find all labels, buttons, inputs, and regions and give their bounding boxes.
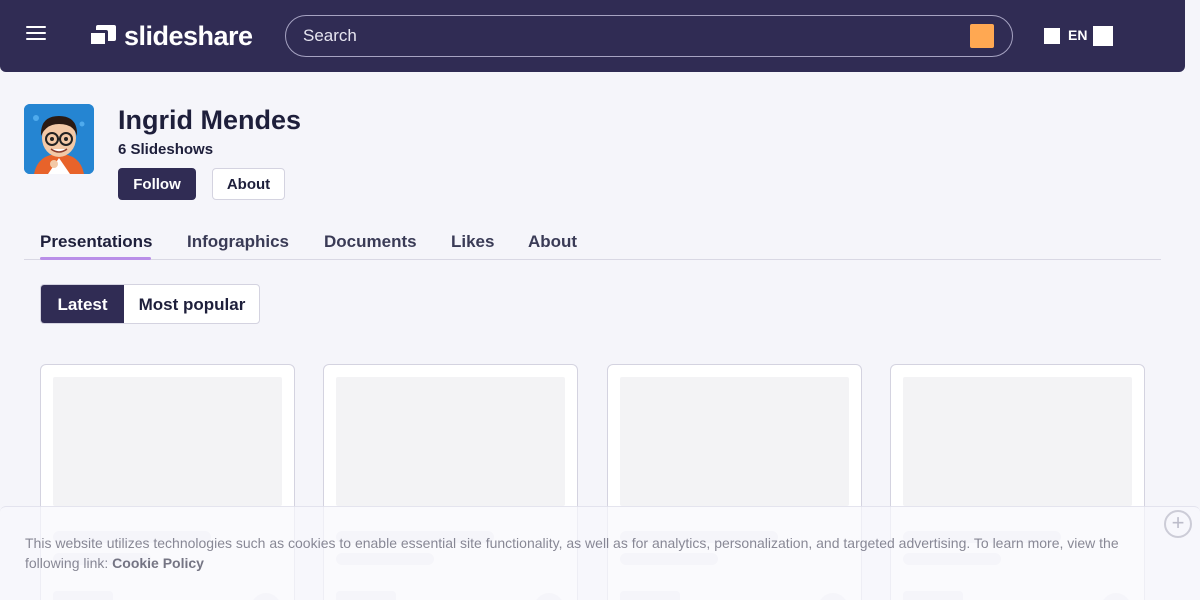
search-input[interactable] (285, 15, 1013, 57)
profile-tabs: Presentations Infographics Documents Lik… (24, 228, 1161, 260)
close-circle-icon[interactable]: + (1164, 510, 1192, 538)
slideshare-logo[interactable]: slideshare (88, 18, 253, 54)
language-dropdown-icon[interactable] (1093, 26, 1113, 46)
hamburger-menu-icon[interactable] (26, 26, 46, 46)
card-thumbnail-placeholder (53, 377, 282, 506)
tab-documents[interactable]: Documents (324, 232, 417, 252)
language-checkbox-icon[interactable] (1044, 28, 1060, 44)
most-popular-button[interactable]: Most popular (124, 285, 259, 323)
avatar (24, 104, 94, 174)
cookie-banner: This website utilizes technologies such … (0, 506, 1200, 600)
active-tab-indicator (40, 257, 151, 260)
slideshare-logo-icon (88, 25, 116, 47)
search-icon[interactable] (970, 24, 994, 48)
tab-about[interactable]: About (528, 232, 577, 252)
card-thumbnail-placeholder (336, 377, 565, 506)
tab-infographics[interactable]: Infographics (187, 232, 289, 252)
tab-likes[interactable]: Likes (451, 232, 494, 252)
profile-name: Ingrid Mendes (118, 105, 302, 135)
follow-button[interactable]: Follow (118, 168, 196, 200)
about-button[interactable]: About (212, 168, 285, 200)
latest-button[interactable]: Latest (41, 285, 124, 323)
sort-toggle: Latest Most popular (40, 284, 260, 324)
cookie-policy-link[interactable]: Cookie Policy (112, 555, 204, 571)
logo-text: slideshare (124, 20, 253, 51)
cookie-banner-text: This website utilizes technologies such … (25, 533, 1135, 573)
card-thumbnail-placeholder (620, 377, 849, 506)
card-thumbnail-placeholder (903, 377, 1132, 506)
tab-presentations[interactable]: Presentations (40, 232, 152, 252)
top-navigation-bar: slideshare EN (0, 0, 1185, 72)
slideshow-count: 6 Slideshows (118, 141, 214, 158)
language-label[interactable]: EN (1068, 27, 1087, 43)
